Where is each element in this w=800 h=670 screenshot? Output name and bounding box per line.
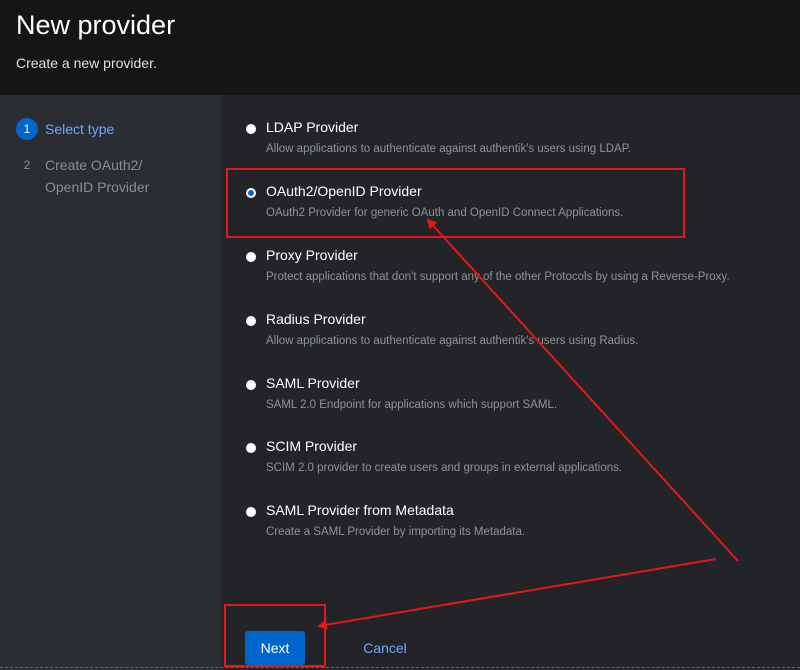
annotation-arrows <box>317 218 739 630</box>
annotation-arrow-to-option <box>426 218 739 562</box>
annotation-arrow-to-next <box>317 558 717 630</box>
